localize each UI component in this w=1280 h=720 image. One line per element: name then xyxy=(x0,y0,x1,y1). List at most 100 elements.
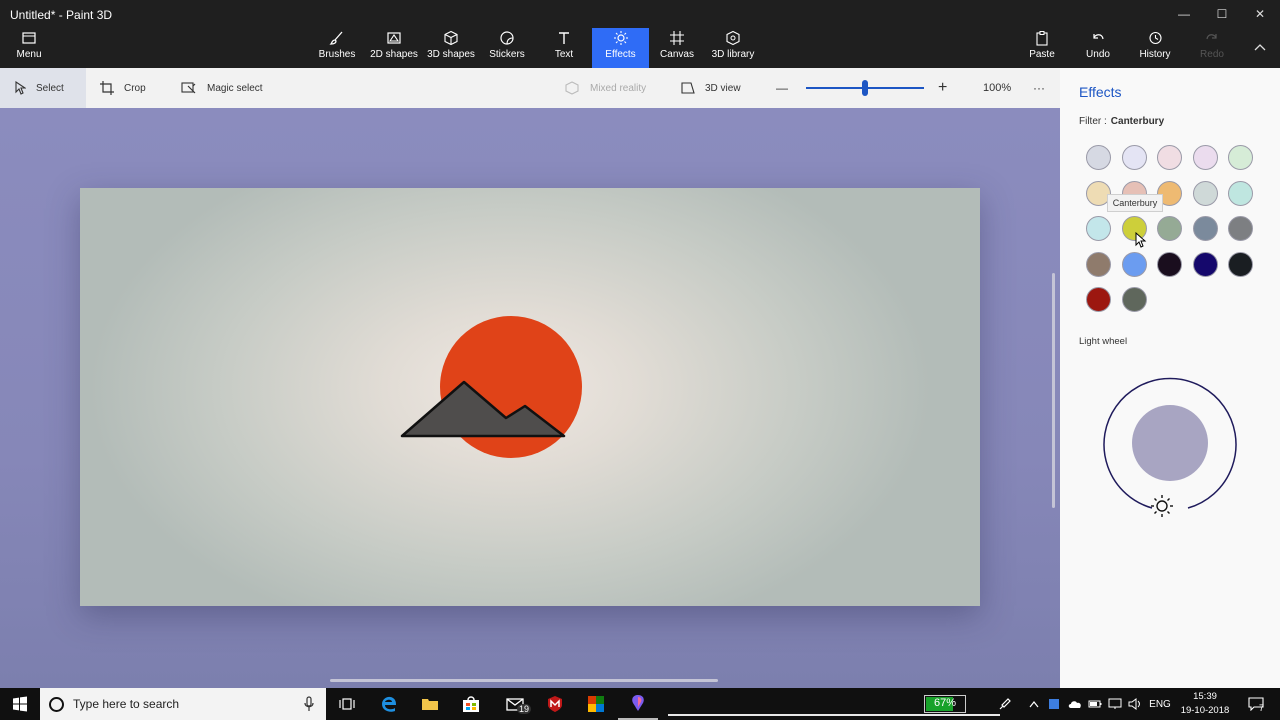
filter-swatch[interactable] xyxy=(1157,216,1182,241)
maximize-button[interactable]: ☐ xyxy=(1204,4,1240,24)
history-icon xyxy=(1147,30,1163,46)
edge-icon xyxy=(382,696,396,712)
3d-view-icon xyxy=(681,81,695,95)
tool-stickers[interactable]: Stickers xyxy=(488,30,526,68)
collapse-ribbon-button[interactable] xyxy=(1242,38,1278,58)
folder-icon xyxy=(21,30,37,46)
people-button[interactable] xyxy=(994,688,1016,720)
chevron-up-icon xyxy=(1254,44,1266,51)
network-button[interactable] xyxy=(1106,688,1124,720)
microphone-icon[interactable] xyxy=(304,696,314,712)
redo-button[interactable]: Redo xyxy=(1198,30,1226,68)
office-tiles-icon xyxy=(588,696,604,712)
3d-view-button[interactable]: 3D view xyxy=(681,68,741,108)
light-wheel[interactable] xyxy=(1100,373,1240,523)
text-icon xyxy=(556,30,572,46)
notification-count: 7 xyxy=(1259,703,1265,713)
magic-select-label: Magic select xyxy=(207,82,263,94)
magic-select-button[interactable]: Magic select xyxy=(181,68,263,108)
zoom-out-button[interactable]: — xyxy=(776,68,788,108)
action-center-button[interactable]: 7 xyxy=(1242,688,1270,720)
3d-view-label: 3D view xyxy=(705,82,741,94)
filter-swatch[interactable] xyxy=(1157,145,1182,170)
battery-tray-button[interactable] xyxy=(1086,688,1104,720)
tray-shield-icon xyxy=(1049,699,1059,709)
zoom-level[interactable]: 100% xyxy=(983,68,1011,108)
magic-select-icon xyxy=(181,81,197,95)
horizontal-scrollbar[interactable] xyxy=(330,679,718,682)
store-app[interactable] xyxy=(454,688,488,720)
mixed-reality-button[interactable]: Mixed reality xyxy=(564,68,646,108)
filter-swatch[interactable] xyxy=(1086,145,1111,170)
filter-swatch[interactable] xyxy=(1192,145,1218,170)
filter-swatch[interactable] xyxy=(1228,251,1253,277)
mail-app[interactable]: 19 xyxy=(497,688,535,720)
menu-button[interactable]: Menu xyxy=(14,30,44,68)
battery-indicator[interactable]: 67% xyxy=(924,695,966,713)
tool-effects[interactable]: Effects xyxy=(592,28,649,68)
tool-2d-shapes[interactable]: 2D shapes xyxy=(370,30,418,68)
more-options-button[interactable]: ··· xyxy=(1033,68,1045,108)
tool-label: 2D shapes xyxy=(370,49,418,60)
task-view-button[interactable] xyxy=(330,688,364,720)
filter-swatch[interactable] xyxy=(1192,216,1218,241)
mixed-reality-icon xyxy=(564,81,580,95)
filter-swatch[interactable] xyxy=(1121,145,1147,170)
office-app[interactable] xyxy=(579,688,613,720)
zoom-slider-thumb[interactable] xyxy=(862,80,868,96)
mouse-cursor-icon xyxy=(1135,232,1147,248)
paint-3d-app[interactable] xyxy=(618,688,658,720)
cloud-icon xyxy=(1068,701,1081,708)
tool-3d-library[interactable]: 3D library xyxy=(710,30,756,68)
filter-swatch[interactable] xyxy=(1121,287,1147,312)
filter-swatch[interactable] xyxy=(1086,287,1111,312)
filter-swatch[interactable] xyxy=(1228,216,1253,241)
minimize-button[interactable]: — xyxy=(1166,4,1202,24)
onedrive-button[interactable] xyxy=(1066,688,1084,720)
tool-text[interactable]: Text xyxy=(550,30,578,68)
filter-swatch[interactable] xyxy=(1192,180,1218,206)
show-hidden-icons-button[interactable] xyxy=(1024,688,1044,720)
search-placeholder: Type here to search xyxy=(73,697,180,711)
vertical-scrollbar[interactable] xyxy=(1052,273,1055,508)
battery-icon xyxy=(1088,700,1102,708)
workspace[interactable] xyxy=(0,108,1060,688)
cortana-icon xyxy=(49,697,64,712)
filter-swatch[interactable] xyxy=(1157,251,1182,277)
tool-label: Stickers xyxy=(489,49,525,60)
drawing-canvas[interactable] xyxy=(80,188,980,606)
select-button[interactable]: Select xyxy=(0,68,86,108)
crop-button[interactable]: Crop xyxy=(100,68,146,108)
tool-canvas[interactable]: Canvas xyxy=(660,30,694,68)
mcafee-app[interactable] xyxy=(538,688,572,720)
battery-percent: 67% xyxy=(933,697,957,709)
filter-swatch[interactable] xyxy=(1086,216,1111,241)
input-language-button[interactable]: ENG xyxy=(1146,688,1174,720)
start-button[interactable] xyxy=(0,688,40,720)
mixed-reality-label: Mixed reality xyxy=(590,82,647,94)
filter-swatch[interactable] xyxy=(1228,145,1253,170)
volume-button[interactable] xyxy=(1126,688,1144,720)
tray-app[interactable] xyxy=(1045,688,1063,720)
filter-swatch[interactable] xyxy=(1086,251,1111,277)
light-wheel-center xyxy=(1132,405,1208,481)
filter-swatch[interactable] xyxy=(1228,180,1253,206)
file-explorer-app[interactable] xyxy=(413,688,447,720)
undo-button[interactable]: Undo xyxy=(1084,30,1112,68)
close-button[interactable]: ✕ xyxy=(1242,4,1278,24)
zoom-slider[interactable] xyxy=(806,68,924,108)
edge-app[interactable] xyxy=(372,688,406,720)
taskbar-search-box[interactable]: Type here to search xyxy=(40,688,326,720)
zoom-in-button[interactable]: + xyxy=(938,68,947,108)
tool-3d-shapes[interactable]: 3D shapes xyxy=(426,30,476,68)
tool-brushes[interactable]: Brushes xyxy=(318,30,356,68)
filter-swatch[interactable] xyxy=(1192,251,1218,277)
clock[interactable]: 15:39 19-10-2018 xyxy=(1175,690,1235,718)
crop-icon xyxy=(100,81,114,95)
sun-icon[interactable] xyxy=(1151,495,1173,517)
history-button[interactable]: History xyxy=(1138,30,1172,68)
taskbar: Type here to search 19 67% ENG 15:39 19-… xyxy=(0,688,1280,720)
filter-swatch[interactable] xyxy=(1121,251,1147,277)
network-icon xyxy=(1108,698,1122,709)
paste-button[interactable]: Paste xyxy=(1028,30,1056,68)
